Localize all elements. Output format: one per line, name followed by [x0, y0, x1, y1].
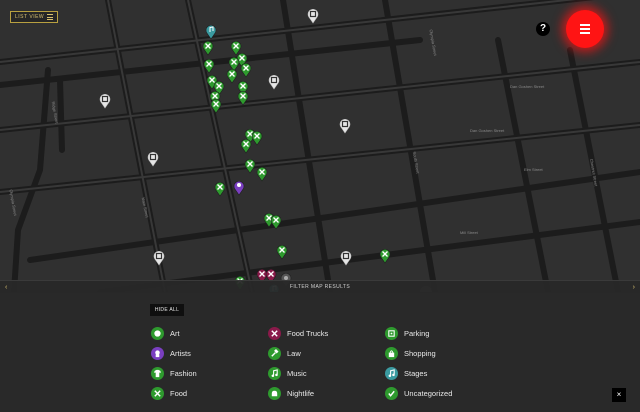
category-filter-food[interactable]: Food: [151, 386, 187, 400]
close-button[interactable]: ×: [612, 388, 626, 402]
map-pin-icon[interactable]: [99, 93, 111, 109]
map-pin-icon[interactable]: [256, 166, 268, 182]
street-label: Dan Goshen Street: [510, 84, 545, 89]
utensils-icon: [151, 386, 164, 400]
gavel-icon: [268, 346, 281, 360]
category-filter-uncategorized[interactable]: Uncategorized: [385, 386, 452, 400]
artist-icon: [151, 346, 164, 360]
category-label: Fashion: [170, 368, 197, 378]
map-pin-icon[interactable]: [270, 214, 282, 230]
map-pin-icon[interactable]: [340, 250, 352, 266]
menu-button[interactable]: [566, 10, 604, 48]
map-pin-icon[interactable]: [240, 62, 252, 78]
category-filter-music[interactable]: Music: [268, 366, 307, 380]
map-pin-icon[interactable]: [276, 244, 288, 260]
check-icon: [385, 386, 398, 400]
map-pin-icon[interactable]: [240, 138, 252, 154]
map-pin-icon[interactable]: [244, 158, 256, 174]
cocktail-icon: [268, 386, 281, 400]
category-label: Music: [287, 368, 307, 378]
category-label: Art: [170, 328, 180, 338]
map-pin-icon[interactable]: [339, 118, 351, 134]
category-filter-artists[interactable]: Artists: [151, 346, 191, 360]
map-pin-icon[interactable]: [147, 151, 159, 167]
category-label: Artists: [170, 348, 191, 358]
category-label: Law: [287, 348, 301, 358]
category-filter-parking[interactable]: Parking: [385, 326, 429, 340]
category-label: Stages: [404, 368, 428, 378]
category-filter-stages[interactable]: Stages: [385, 366, 427, 380]
category-filter-art[interactable]: Art: [151, 326, 180, 340]
category-filter-nightlife[interactable]: Nightlife: [268, 386, 314, 400]
map-pin-icon[interactable]: [268, 74, 280, 90]
category-filter-food-trucks[interactable]: Food Trucks: [268, 326, 328, 340]
filter-panel: HIDE ALL Art Artists Fashion Food Food Truck…: [0, 293, 640, 412]
parking-icon: [385, 326, 398, 340]
filter-bar-title: FILTER MAP RESULTS: [289, 284, 351, 290]
hamburger-icon: [580, 24, 590, 26]
category-label: Food Trucks: [287, 328, 329, 338]
palette-icon: [151, 326, 164, 340]
hamburger-icon: [580, 32, 590, 34]
help-button[interactable]: ?: [536, 22, 550, 36]
list-icon: [47, 14, 54, 20]
category-filter-shopping[interactable]: Shopping: [385, 346, 436, 360]
food-truck-icon: [268, 326, 281, 340]
map-pin-icon[interactable]: [214, 181, 226, 197]
music-icon: [268, 366, 281, 380]
stage-icon: [385, 366, 398, 380]
category-label: Parking: [404, 328, 430, 338]
map-pin-icon[interactable]: [379, 248, 391, 264]
map-pin-icon[interactable]: [251, 130, 263, 146]
map-pin-icon[interactable]: [233, 180, 245, 196]
hide-all-button[interactable]: HIDE ALL: [150, 304, 184, 316]
shopping-bag-icon: [385, 346, 398, 360]
map-pin-icon[interactable]: [203, 58, 215, 74]
map-canvas[interactable]: Dan Goshen Street Dan Goshen Street Elm …: [0, 0, 640, 292]
map-pin-icon[interactable]: [307, 8, 319, 24]
category-label: Nightlife: [287, 388, 315, 398]
category-label: Uncategorized: [404, 388, 453, 398]
list-view-label: LIST VIEW: [15, 14, 45, 20]
hamburger-icon: [580, 28, 590, 30]
category-label: Shopping: [404, 348, 436, 358]
street-label: Mill Street: [460, 230, 478, 235]
street-label: Elm Street: [524, 167, 543, 172]
map-pin-icon[interactable]: [153, 250, 165, 266]
category-filter-fashion[interactable]: Fashion: [151, 366, 197, 380]
map-pin-icon[interactable]: [237, 90, 249, 106]
street-grid: [0, 0, 640, 292]
street-label: Dan Goshen Street: [470, 128, 505, 133]
map-pin-icon[interactable]: [205, 24, 217, 40]
filter-bar[interactable]: ‹ FILTER MAP RESULTS ›: [0, 280, 640, 294]
shirt-icon: [151, 366, 164, 380]
category-label: Food: [170, 388, 188, 398]
map-pin-icon[interactable]: [210, 98, 222, 114]
list-view-button[interactable]: LIST VIEW: [10, 11, 59, 23]
category-filter-law[interactable]: Law: [268, 346, 301, 360]
map-pin-icon[interactable]: [202, 40, 214, 56]
